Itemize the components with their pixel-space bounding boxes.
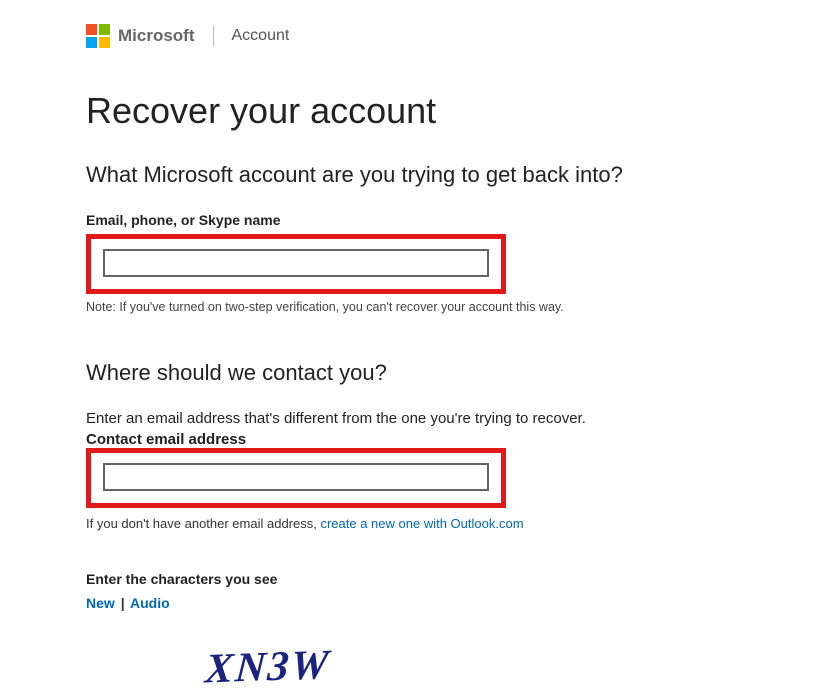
section1-question: What Microsoft account are you trying to… — [86, 162, 748, 188]
captcha-actions: New | Audio — [86, 595, 748, 611]
microsoft-logo-icon — [86, 24, 110, 48]
header-divider — [213, 25, 214, 47]
identifier-highlight-box — [86, 234, 506, 294]
contact-email-input[interactable] — [103, 463, 489, 491]
helper-prefix: If you don't have another email address, — [86, 516, 320, 531]
captcha-image: XN3W — [204, 630, 751, 691]
contact-instruction: Enter an email address that's different … — [86, 410, 748, 427]
brand-name: Microsoft — [118, 26, 195, 46]
identifier-label: Email, phone, or Skype name — [86, 212, 748, 228]
captcha-label: Enter the characters you see — [86, 571, 748, 587]
page-title: Recover your account — [86, 90, 748, 132]
identifier-input[interactable] — [103, 249, 489, 277]
contact-email-highlight-box — [86, 448, 506, 508]
captcha-separator: | — [121, 595, 125, 611]
create-outlook-link[interactable]: create a new one with Outlook.com — [320, 516, 523, 531]
product-name: Account — [232, 27, 290, 45]
header: Microsoft Account — [86, 24, 748, 48]
two-step-note: Note: If you've turned on two-step verif… — [86, 300, 748, 314]
contact-email-helper: If you don't have another email address,… — [86, 516, 748, 531]
section2-question: Where should we contact you? — [86, 360, 748, 386]
captcha-audio-link[interactable]: Audio — [130, 595, 170, 611]
captcha-new-link[interactable]: New — [86, 595, 115, 611]
contact-email-label: Contact email address — [86, 431, 748, 448]
